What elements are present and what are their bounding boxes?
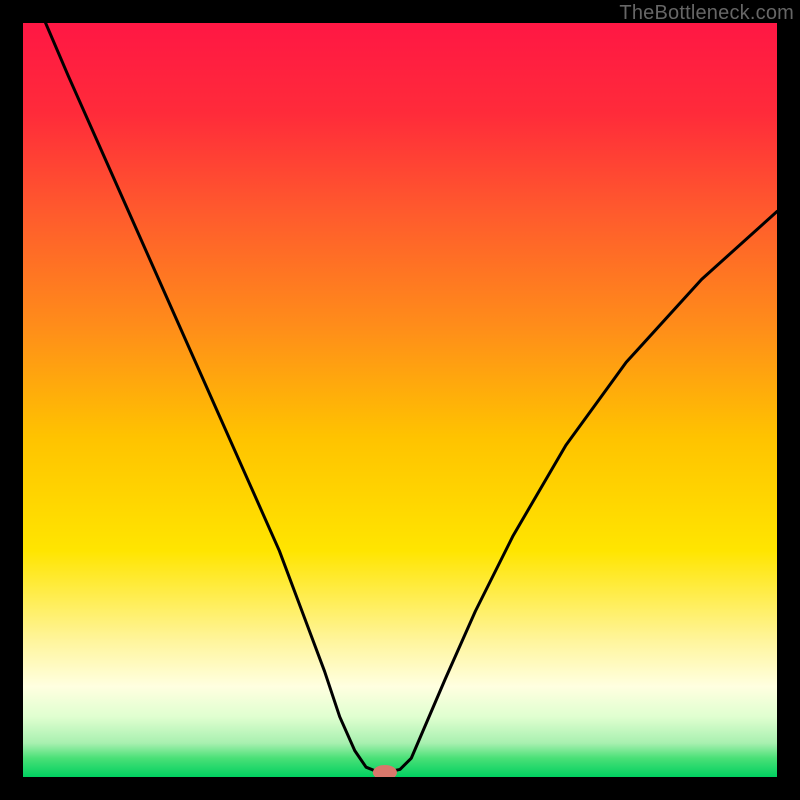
chart-frame: TheBottleneck.com (0, 0, 800, 800)
chart-svg (23, 23, 777, 777)
plot-area (23, 23, 777, 777)
attribution-text: TheBottleneck.com (619, 2, 794, 25)
gradient-background (23, 23, 777, 777)
